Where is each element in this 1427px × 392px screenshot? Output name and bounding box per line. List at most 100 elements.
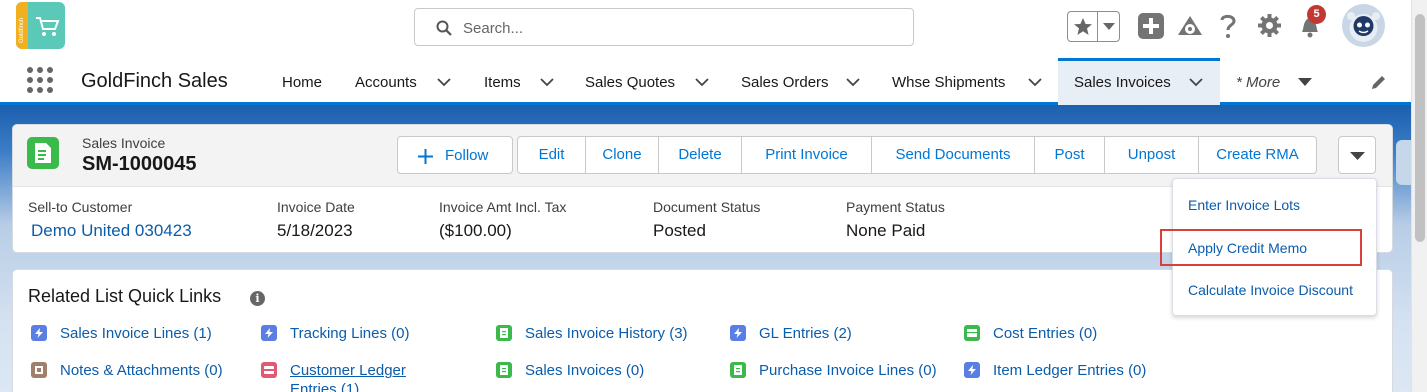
- document-icon: [496, 362, 512, 378]
- tab-label: Sales Quotes: [585, 74, 676, 91]
- document-icon: [35, 143, 51, 163]
- chevron-down-icon[interactable]: [846, 78, 860, 87]
- tab-sales-invoices[interactable]: Sales Invoices: [1058, 58, 1220, 105]
- menu-item-enter-invoice-lots[interactable]: Enter Invoice Lots: [1173, 186, 1376, 224]
- card-icon: [261, 362, 277, 378]
- chevron-down-icon[interactable]: [695, 78, 709, 87]
- field-value: ($100.00): [439, 221, 512, 240]
- chevron-down-icon[interactable]: [540, 78, 554, 87]
- navigation-bar: GoldFinch Sales Home Accounts Items Sale…: [0, 58, 1411, 105]
- tab-label: Sales Orders: [741, 74, 829, 91]
- app-logo[interactable]: Goldfinch: [16, 2, 65, 49]
- quick-link-label: Sales Invoice History (3): [525, 325, 688, 342]
- bolt-icon: [730, 325, 746, 341]
- tab-label: Whse Shipments: [892, 74, 1006, 91]
- tab-more[interactable]: * More: [1220, 58, 1324, 105]
- field-value: None Paid: [846, 221, 926, 240]
- record-type-label: Sales Invoice: [82, 135, 166, 151]
- chevron-down-icon: [1103, 23, 1115, 30]
- astro-avatar-icon: [1347, 12, 1380, 42]
- scrollbar[interactable]: [1411, 0, 1427, 392]
- help-icon[interactable]: [1219, 13, 1237, 39]
- favorites-button[interactable]: [1068, 12, 1098, 41]
- tab-items[interactable]: Items: [467, 58, 569, 105]
- tab-sales-quotes[interactable]: Sales Quotes: [569, 58, 725, 105]
- bolt-icon: [261, 325, 277, 341]
- favorites-button-group[interactable]: [1067, 11, 1120, 42]
- tab-sales-orders[interactable]: Sales Orders: [725, 58, 876, 105]
- follow-button-label: Follow: [445, 147, 489, 164]
- field-label: Document Status: [653, 199, 761, 215]
- field-value: Posted: [653, 221, 706, 240]
- menu-item-calculate-invoice-discount[interactable]: Calculate Invoice Discount: [1173, 271, 1376, 309]
- scrollbar-thumb[interactable]: [1415, 14, 1425, 242]
- favorites-menu-button[interactable]: [1098, 12, 1120, 41]
- cart-icon: [36, 17, 60, 36]
- info-icon[interactable]: i: [250, 291, 265, 306]
- edit-nav-pencil-icon[interactable]: [1370, 73, 1388, 91]
- global-header: Goldfinch Search... 5: [0, 0, 1411, 58]
- app-launcher-icon[interactable]: [27, 67, 53, 93]
- tab-label: Sales Invoices: [1074, 74, 1171, 91]
- highlight-invoice-amount: Invoice Amt Incl. Tax ($100.00): [439, 199, 566, 241]
- create-rma-button[interactable]: Create RMA: [1199, 137, 1316, 173]
- search-icon: [436, 20, 452, 36]
- app-logo-text: Goldfinch: [19, 17, 25, 43]
- follow-button[interactable]: Follow: [397, 136, 513, 174]
- tab-label: Accounts: [355, 74, 417, 91]
- ledger-icon: [964, 325, 980, 341]
- bolt-icon: [964, 362, 980, 378]
- related-quick-links-title: Related List Quick Links: [28, 286, 222, 306]
- tab-label: Home: [282, 74, 323, 91]
- quick-link-label: Item Ledger Entries (0): [993, 362, 1147, 379]
- gear-icon[interactable]: [1257, 13, 1282, 38]
- quick-link-label: Notes & Attachments (0): [60, 362, 223, 379]
- field-value: 5/18/2023: [277, 221, 353, 240]
- plus-icon: [418, 149, 433, 164]
- quick-link-label: Customer Ledger Entries (1): [290, 362, 406, 392]
- tab-accounts[interactable]: Accounts: [339, 58, 467, 105]
- file-icon: [31, 362, 47, 378]
- global-search[interactable]: [414, 8, 914, 46]
- highlight-box: [1160, 229, 1362, 266]
- chevron-down-icon[interactable]: [437, 78, 451, 87]
- print-invoice-button[interactable]: Print Invoice: [742, 137, 872, 173]
- star-icon: [1074, 18, 1092, 35]
- chevron-down-icon[interactable]: [1028, 78, 1042, 87]
- send-documents-button[interactable]: Send Documents: [872, 137, 1035, 173]
- field-label: Payment Status: [846, 199, 945, 215]
- record-title: SM-1000045: [82, 153, 197, 175]
- tab-label: * More: [1236, 74, 1281, 91]
- edit-button[interactable]: Edit: [518, 137, 586, 173]
- search-input[interactable]: [463, 17, 883, 39]
- tab-label: Items: [484, 74, 521, 91]
- avatar[interactable]: [1342, 4, 1385, 47]
- highlight-payment-status: Payment Status None Paid: [846, 199, 945, 241]
- clone-button[interactable]: Clone: [586, 137, 659, 173]
- record-action-button-group: Edit Clone Delete Print Invoice Send Doc…: [517, 136, 1317, 174]
- more-actions-button[interactable]: [1338, 136, 1376, 174]
- quick-link-label: Sales Invoice Lines (1): [60, 325, 212, 342]
- chevron-down-icon[interactable]: [1189, 78, 1203, 87]
- highlight-document-status: Document Status Posted: [653, 199, 760, 241]
- quick-link-label: Purchase Invoice Lines (0): [759, 362, 937, 379]
- tab-whse-shipments[interactable]: Whse Shipments: [876, 58, 1058, 105]
- trailhead-icon[interactable]: [1176, 13, 1204, 39]
- unpost-button[interactable]: Unpost: [1105, 137, 1199, 173]
- quick-link-label: Sales Invoices (0): [525, 362, 645, 379]
- post-button[interactable]: Post: [1035, 137, 1105, 173]
- highlight-sell-to-customer: Sell-to Customer Demo United 030423: [28, 199, 192, 241]
- field-label: Invoice Date: [277, 199, 355, 215]
- utility-panel-toggle[interactable]: [1396, 140, 1411, 185]
- notification-badge: 5: [1307, 5, 1326, 24]
- field-label: Invoice Amt Incl. Tax: [439, 199, 567, 215]
- caret-down-icon: [1350, 152, 1365, 160]
- quick-link-label: GL Entries (2): [759, 325, 852, 342]
- delete-button[interactable]: Delete: [659, 137, 742, 173]
- caret-down-icon: [1298, 78, 1312, 86]
- global-create-icon[interactable]: [1138, 13, 1164, 39]
- document-icon: [496, 325, 512, 341]
- sell-to-customer-link[interactable]: Demo United 030423: [31, 221, 192, 241]
- app-logo-strip: Goldfinch: [16, 2, 28, 49]
- tab-home[interactable]: Home: [266, 58, 339, 105]
